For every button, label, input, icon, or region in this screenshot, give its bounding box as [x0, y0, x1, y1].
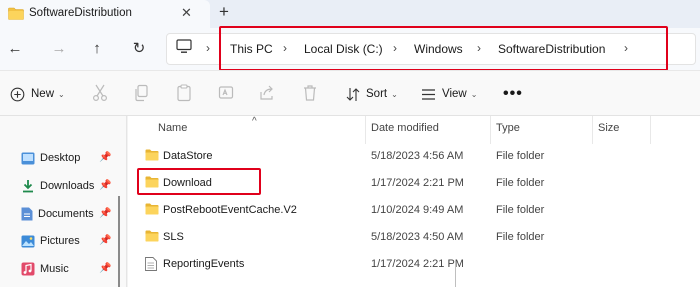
file-date: 5/18/2023 4:56 AM: [371, 150, 464, 162]
new-button[interactable]: New ⌄: [10, 83, 65, 105]
chevron-down-icon: ⌄: [391, 89, 398, 99]
sort-icon: [346, 87, 360, 101]
breadcrumb-separator[interactable]: ›: [393, 41, 397, 55]
close-tab-icon[interactable]: ✕: [181, 5, 192, 21]
file-type: File folder: [496, 150, 545, 162]
sort-ascending-icon: ^: [252, 116, 257, 127]
more-icon: •••: [503, 85, 523, 102]
file-row-reportingevents[interactable]: ReportingEvents 1/17/2024 2:21 PM: [128, 250, 700, 277]
file-row-datastore[interactable]: DataStore 5/18/2023 4:56 AM File folder: [128, 142, 700, 169]
pin-icon[interactable]: 📌: [99, 152, 111, 163]
more-options-button[interactable]: •••: [503, 83, 523, 105]
file-row-postrebooteventcache[interactable]: PostRebootEventCache.V2 1/10/2024 9:49 A…: [128, 196, 700, 223]
column-header-name[interactable]: Name: [158, 122, 187, 134]
sidebar-item-label: Downloads: [40, 180, 95, 192]
sidebar-item-label: Desktop: [40, 152, 81, 164]
file-list-scrollbar[interactable]: [455, 263, 456, 287]
file-name: SLS: [163, 231, 184, 243]
sidebar-item-desktop[interactable]: Desktop: [21, 149, 80, 167]
sidebar-item-label: Music: [40, 263, 69, 275]
paste-icon[interactable]: [176, 84, 192, 105]
text-file-icon: [145, 257, 157, 274]
back-button[interactable]: ←: [4, 37, 26, 59]
view-list-icon: [422, 88, 435, 100]
desktop-icon: [21, 152, 35, 164]
sidebar-item-downloads[interactable]: Downloads: [21, 177, 94, 195]
view-label: View: [442, 88, 467, 100]
file-row-sls[interactable]: SLS 5/18/2023 4:50 AM File folder: [128, 223, 700, 250]
share-icon[interactable]: [259, 84, 275, 105]
tab-title: SoftwareDistribution: [29, 7, 132, 19]
navigation-pane: Desktop 📌 Downloads 📌 Documents 📌 Pictur…: [0, 116, 127, 287]
breadcrumb-separator: ›: [206, 41, 210, 55]
breadcrumb-separator[interactable]: ›: [624, 41, 628, 55]
file-date: 1/17/2024 2:21 PM: [371, 258, 464, 270]
delete-icon[interactable]: [302, 84, 318, 105]
music-icon: [21, 262, 35, 276]
chevron-down-icon: ⌄: [58, 89, 65, 99]
up-button[interactable]: ↑: [86, 37, 108, 59]
plus-circle-icon: [10, 87, 25, 101]
column-divider[interactable]: [650, 116, 651, 144]
file-name: DataStore: [163, 150, 213, 162]
breadcrumb-separator[interactable]: ›: [477, 41, 481, 55]
file-name: ReportingEvents: [163, 258, 245, 270]
copy-icon[interactable]: [133, 84, 149, 105]
view-button[interactable]: View ⌄: [421, 83, 477, 105]
refresh-button[interactable]: ↻: [128, 37, 150, 59]
sidebar-item-label: Documents: [38, 208, 94, 220]
file-row-download[interactable]: Download 1/17/2024 2:21 PM File folder: [128, 169, 700, 196]
breadcrumb-separator[interactable]: ›: [283, 41, 287, 55]
pin-icon[interactable]: 📌: [99, 208, 111, 219]
tab-bar: SoftwareDistribution ✕ +: [0, 0, 700, 28]
breadcrumb-this-pc[interactable]: This PC: [230, 42, 273, 56]
column-divider[interactable]: [490, 116, 491, 144]
file-date: 1/10/2024 9:49 AM: [371, 204, 464, 216]
monitor-icon[interactable]: [176, 39, 192, 57]
new-label: New: [31, 88, 55, 100]
forward-button[interactable]: →: [48, 37, 70, 59]
file-type: File folder: [496, 231, 545, 243]
sidebar-item-music[interactable]: Music: [21, 260, 69, 278]
column-header-size[interactable]: Size: [598, 122, 619, 134]
downloads-icon: [23, 180, 33, 193]
file-name: Download: [163, 177, 212, 189]
command-bar: New ⌄ Sort ⌄ View ⌄ •••: [0, 70, 700, 116]
sidebar-item-label: Pictures: [40, 235, 80, 247]
tab-softwaredistribution[interactable]: SoftwareDistribution ✕: [0, 0, 210, 28]
pin-icon[interactable]: 📌: [99, 263, 111, 274]
folder-icon: [145, 203, 159, 218]
sidebar-item-pictures[interactable]: Pictures: [21, 232, 80, 250]
file-date: 1/17/2024 2:21 PM: [371, 177, 464, 189]
sort-label: Sort: [366, 88, 388, 100]
rename-icon[interactable]: [218, 84, 234, 105]
column-header-type[interactable]: Type: [496, 122, 520, 134]
folder-icon: [145, 149, 159, 164]
file-list: ^ Name Date modified Type Size DataStore…: [128, 116, 700, 287]
folder-icon: [145, 176, 159, 191]
file-type: File folder: [496, 177, 545, 189]
sidebar-item-documents[interactable]: Documents: [21, 205, 94, 223]
sort-button[interactable]: Sort ⌄: [346, 83, 398, 105]
breadcrumb-local-disk[interactable]: Local Disk (C:): [304, 42, 383, 56]
cut-icon[interactable]: [92, 84, 108, 105]
file-date: 5/18/2023 4:50 AM: [371, 231, 464, 243]
pin-icon[interactable]: 📌: [99, 235, 111, 246]
file-name: PostRebootEventCache.V2: [163, 204, 297, 216]
pictures-icon: [21, 235, 35, 247]
column-divider[interactable]: [365, 116, 366, 144]
navigation-scrollbar[interactable]: [118, 196, 120, 287]
address-row: ← → ↑ ↻ › This PC › Local Disk (C:) › Wi…: [0, 28, 700, 70]
new-tab-button[interactable]: +: [219, 2, 229, 22]
folder-icon: [145, 230, 159, 245]
file-type: File folder: [496, 204, 545, 216]
chevron-down-icon: ⌄: [470, 89, 478, 99]
breadcrumb-softwaredistribution[interactable]: SoftwareDistribution: [498, 42, 605, 56]
pin-icon[interactable]: 📌: [99, 180, 111, 191]
breadcrumb-windows[interactable]: Windows: [414, 42, 463, 56]
column-header-date[interactable]: Date modified: [371, 122, 439, 134]
folder-icon: [8, 7, 24, 23]
documents-icon: [21, 207, 33, 221]
column-divider[interactable]: [592, 116, 593, 144]
